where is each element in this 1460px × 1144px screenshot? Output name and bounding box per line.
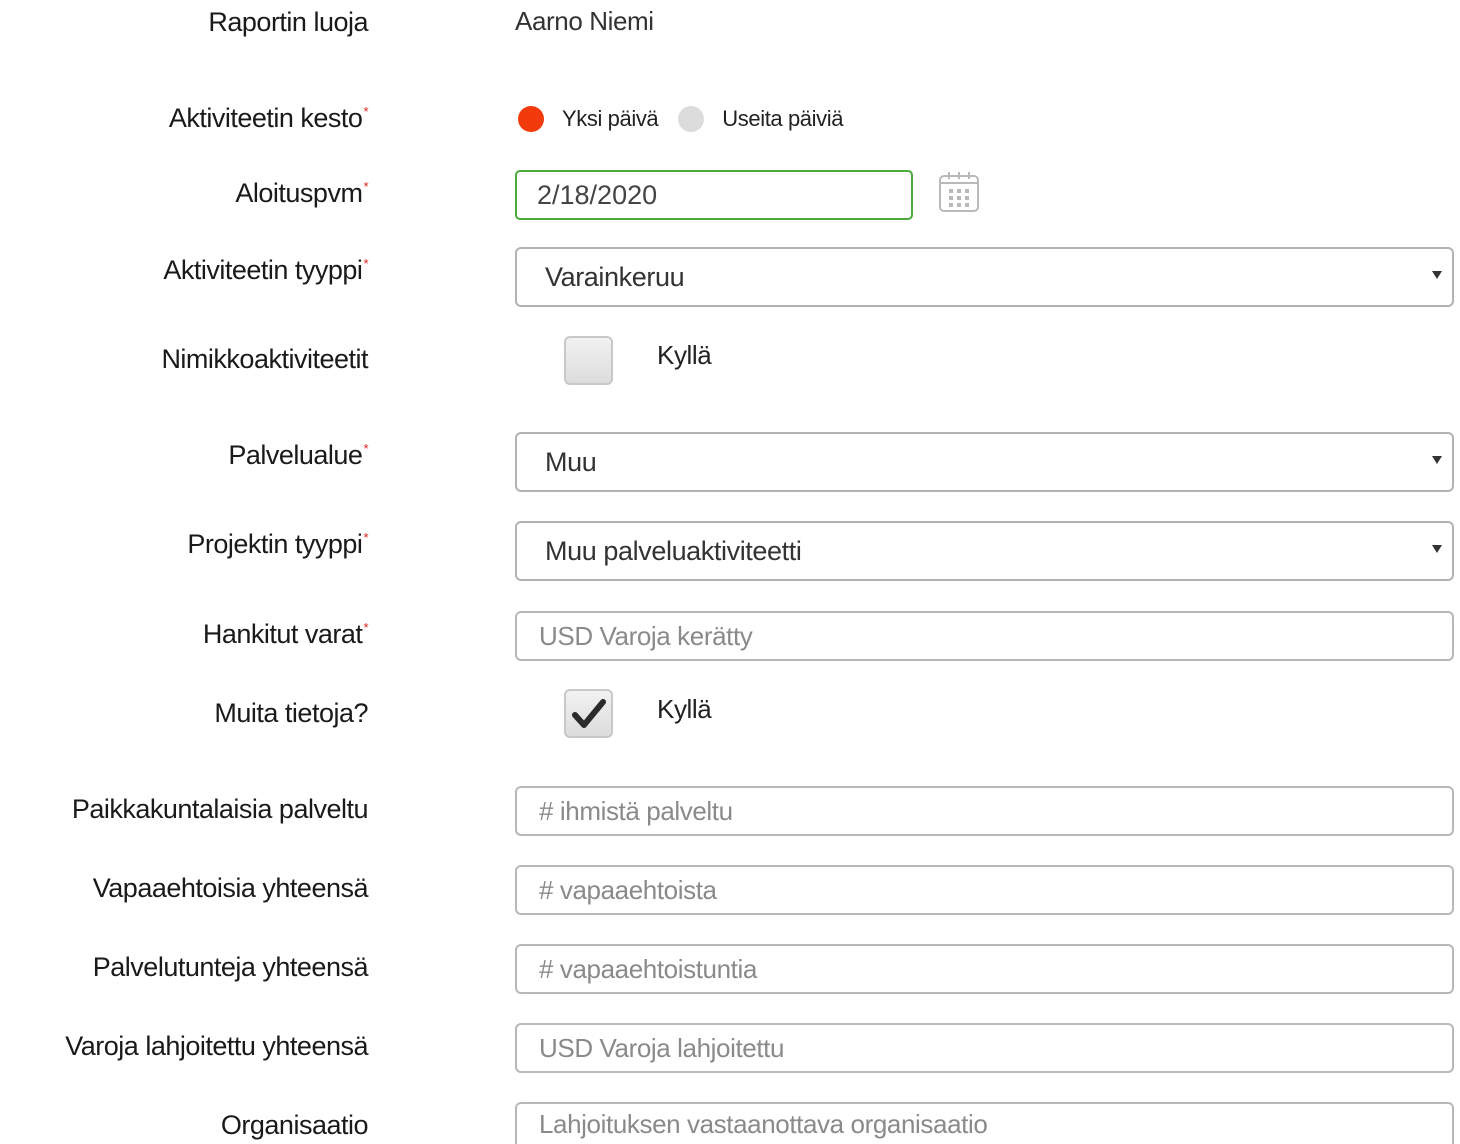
activity-type-value: Varainkeruu	[545, 262, 685, 292]
title-activities-label: Nimikkoaktiviteetit	[161, 344, 368, 374]
chevron-down-icon	[1432, 456, 1442, 464]
service-area-label: Palvelualue*	[228, 440, 368, 470]
project-type-select[interactable]: Muu palveluaktiviteetti	[515, 521, 1454, 581]
more-info-checkbox[interactable]	[564, 689, 613, 738]
required-marker: *	[363, 256, 368, 271]
funds-donated-total-input[interactable]	[515, 1023, 1454, 1073]
radio-one-day[interactable]	[518, 106, 544, 132]
required-marker: *	[363, 530, 368, 545]
creator-value: Aarno Niemi	[515, 6, 654, 36]
service-hours-total-label: Palvelutunteja yhteensä	[92, 952, 369, 982]
start-date-input[interactable]	[515, 170, 913, 220]
duration-label: Aktiviteetin kesto*	[168, 103, 369, 133]
funds-donated-total-label: Varoja lahjoitettu yhteensä	[65, 1031, 368, 1061]
organization-input[interactable]	[515, 1102, 1454, 1144]
chevron-down-icon	[1432, 545, 1442, 553]
funds-raised-input[interactable]	[515, 611, 1454, 661]
activity-type-select[interactable]: Varainkeruu	[515, 247, 1454, 307]
activity-type-label: Aktiviteetin tyyppi*	[163, 255, 368, 285]
volunteers-total-input[interactable]	[515, 865, 1454, 915]
radio-one-day-label[interactable]: Yksi päivä	[562, 106, 659, 132]
service-area-value: Muu	[545, 447, 597, 477]
service-hours-total-input[interactable]	[515, 944, 1454, 994]
duration-radio-group: Yksi päivä Useita päiviä	[518, 104, 863, 134]
chevron-down-icon	[1432, 271, 1442, 279]
more-info-label: Muita tietoja?	[214, 698, 368, 728]
project-type-value: Muu palveluaktiviteetti	[545, 536, 802, 566]
project-type-label: Projektin tyyppi*	[187, 529, 368, 559]
funds-raised-label: Hankitut varat*	[202, 619, 369, 649]
radio-multiple-days[interactable]	[678, 106, 705, 132]
required-marker: *	[363, 441, 368, 456]
required-marker: *	[363, 620, 368, 635]
calendar-icon[interactable]	[938, 171, 980, 213]
title-activities-checkbox-label[interactable]: Kyllä	[657, 340, 712, 371]
service-area-select[interactable]: Muu	[515, 432, 1454, 492]
people-served-input[interactable]	[515, 786, 1454, 836]
start-date-label: Aloituspvm*	[235, 178, 368, 208]
title-activities-checkbox[interactable]	[564, 336, 613, 385]
radio-multiple-days-label[interactable]: Useita päiviä	[722, 106, 843, 132]
creator-label: Raportin luoja	[208, 7, 368, 37]
organization-label: Organisaatio	[220, 1110, 369, 1140]
checkmark-icon	[572, 699, 606, 728]
volunteers-total-label: Vapaaehtoisia yhteensä	[92, 873, 369, 903]
people-served-label: Paikkakuntalaisia palveltu	[71, 794, 369, 824]
required-marker: *	[363, 104, 368, 119]
required-marker: *	[363, 179, 368, 194]
more-info-checkbox-label[interactable]: Kyllä	[657, 694, 712, 725]
